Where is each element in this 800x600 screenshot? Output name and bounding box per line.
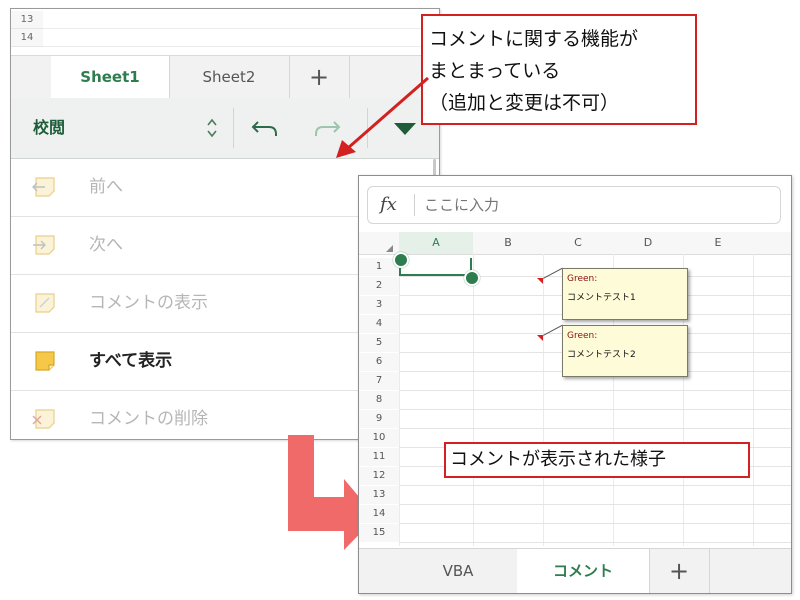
row-header[interactable]: 14 (359, 505, 399, 523)
column-header[interactable]: E (683, 232, 753, 255)
previous-comment-icon (31, 175, 57, 199)
callout-line: （追加と変更は不可） (429, 92, 620, 114)
row-header[interactable]: 5 (359, 334, 399, 352)
selected-cell[interactable] (399, 258, 472, 276)
row-header[interactable]: 6 (359, 353, 399, 371)
row-number: 14 (11, 29, 43, 47)
row-header[interactable]: 12 (359, 467, 399, 485)
undo-icon[interactable] (249, 113, 281, 143)
ribbon-tab-selector[interactable]: 校閲 (33, 98, 65, 158)
row-header[interactable]: 2 (359, 277, 399, 295)
column-header[interactable] (753, 232, 791, 255)
triangle-down-icon[interactable] (389, 113, 421, 143)
comment-text: コメントテスト2 (567, 350, 636, 360)
menu-item-label: 次へ (89, 235, 123, 255)
column-header[interactable]: A (399, 232, 473, 255)
row-header[interactable]: 15 (359, 524, 399, 542)
selection-handle-top-left[interactable] (393, 252, 409, 268)
add-sheet-button[interactable]: + (289, 56, 350, 98)
comment-author: Green: (567, 274, 598, 284)
comment-indicator[interactable] (537, 278, 543, 284)
row-number: 13 (11, 11, 43, 29)
column-header[interactable]: D (613, 232, 683, 255)
callout-line: まとまっている (429, 60, 561, 82)
comment-indicator[interactable] (537, 335, 543, 341)
row-header[interactable]: 11 (359, 448, 399, 466)
row-header[interactable]: 4 (359, 315, 399, 333)
menu-item-label: コメントの表示 (89, 293, 208, 313)
tab-comment[interactable]: コメント (517, 549, 650, 593)
ribbon-toolbar: 校閲 (11, 98, 439, 159)
formula-input[interactable] (424, 187, 764, 223)
corner-triangle-icon (386, 245, 393, 252)
formula-bar: fx (367, 186, 781, 224)
selection-handle-bottom-right[interactable] (464, 270, 480, 286)
row-header[interactable]: 10 (359, 429, 399, 447)
menu-item-label: コメントの削除 (89, 409, 208, 429)
menu-item-label: すべて表示 (89, 351, 173, 371)
show-all-comments-icon (31, 349, 57, 373)
sheet-tab-bar: Sheet1 Sheet2 + (11, 55, 439, 99)
menu-item-label: 前へ (89, 177, 123, 197)
row-header[interactable]: 7 (359, 372, 399, 390)
row-header[interactable]: 9 (359, 410, 399, 428)
row-header[interactable]: 8 (359, 391, 399, 409)
delete-comment-icon (31, 407, 57, 431)
sheet-tab-bar: VBA コメント + (359, 548, 791, 593)
row-number-strip: 13 14 (11, 9, 439, 61)
column-header[interactable]: B (473, 232, 543, 255)
spreadsheet-panel: fx A B C D E 1 2 3 4 5 6 7 8 9 (358, 175, 792, 594)
fx-label: fx (380, 194, 397, 215)
comment-author: Green: (567, 331, 598, 341)
add-sheet-button[interactable]: + (649, 549, 710, 593)
tab-vba[interactable]: VBA (399, 549, 518, 593)
comment-text: コメントテスト1 (567, 293, 636, 303)
tab-sheet1[interactable]: Sheet1 (51, 56, 170, 98)
next-comment-icon (31, 233, 57, 257)
cell-grid[interactable]: A B C D E 1 2 3 4 5 6 7 8 9 10 11 12 13 … (359, 232, 791, 546)
comment-box[interactable]: Green: コメントテスト2 (562, 325, 688, 377)
tab-sheet2[interactable]: Sheet2 (169, 56, 290, 98)
row-header[interactable]: 3 (359, 296, 399, 314)
chevron-up-down-icon[interactable] (205, 116, 219, 140)
callout-line: コメントに関する機能が (429, 28, 639, 50)
redo-icon[interactable] (311, 113, 343, 143)
column-header[interactable]: C (543, 232, 613, 255)
row-header[interactable]: 13 (359, 486, 399, 504)
show-comment-icon (31, 291, 57, 315)
comment-box[interactable]: Green: コメントテスト1 (562, 268, 688, 320)
select-all-corner[interactable] (359, 232, 399, 255)
annotation-callout-features: コメントに関する機能が まとまっている （追加と変更は不可） (421, 14, 697, 125)
annotation-callout-result: コメントが表示された様子 (444, 442, 750, 478)
